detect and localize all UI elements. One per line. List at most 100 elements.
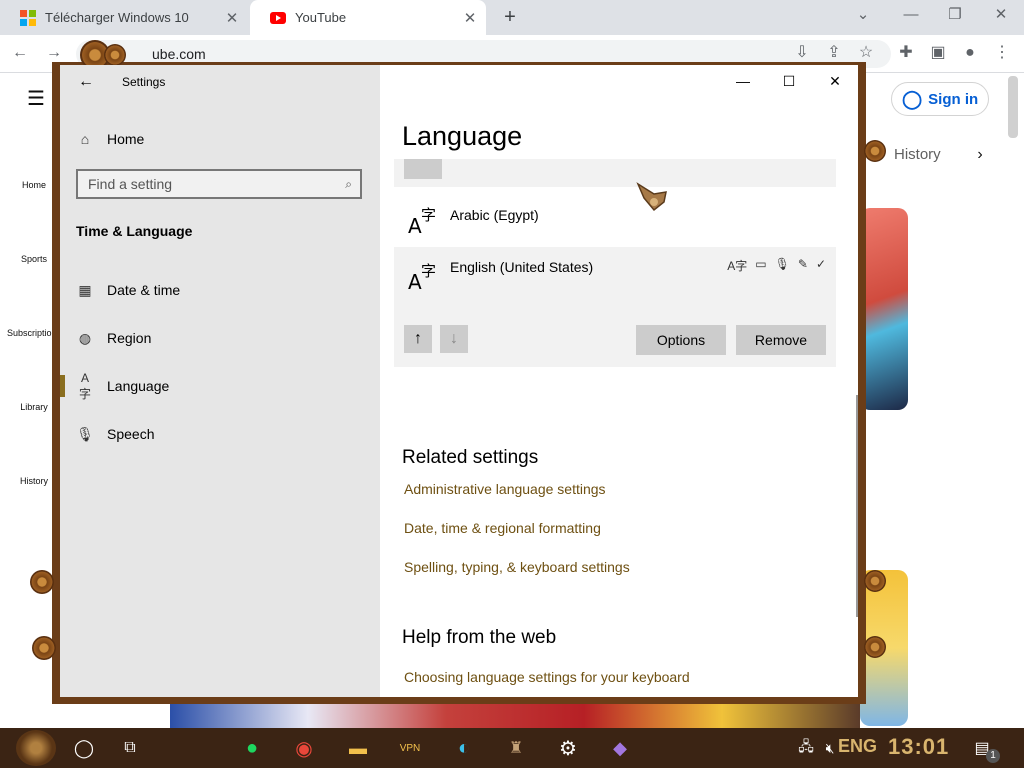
profile-avatar-icon[interactable]: ●	[958, 41, 982, 65]
home-icon: ⌂	[80, 131, 90, 147]
youtube-hamburger-icon[interactable]: ☰	[24, 87, 48, 111]
gear-ornament-icon	[30, 570, 54, 594]
browser-menu-icon[interactable]: ⋮	[990, 41, 1014, 65]
nav-item-label: Language	[107, 378, 170, 394]
yt-sign-in-button[interactable]: ◯ Sign in	[891, 82, 989, 116]
language-name: Arabic (Egypt)	[450, 207, 539, 223]
input-language-indicator[interactable]: ENG	[838, 736, 877, 757]
choosing-language-keyboard-link[interactable]: Choosing language settings for your keyb…	[404, 669, 690, 685]
language-pack-icon: A 字	[408, 262, 436, 293]
url-text: ube.com	[152, 46, 206, 62]
steampunk-cursor-icon	[636, 182, 667, 212]
window-title: Settings	[122, 75, 166, 89]
back-arrow-icon[interactable]: ←	[8, 41, 32, 65]
settings-gear-icon[interactable]: ⚙	[552, 732, 584, 764]
page-title: Language	[402, 121, 523, 151]
globe-icon: ◍	[78, 329, 92, 346]
help-web-heading: Help from the web	[402, 627, 557, 648]
language-pack-icon: A 字	[408, 206, 436, 237]
search-input[interactable]: Find a setting ⌕	[76, 169, 362, 199]
speech-recognition-icon: 🎙︎	[774, 257, 790, 271]
text-to-speech-icon: ▭	[755, 257, 767, 271]
task-view-icon[interactable]: ⧉	[114, 732, 146, 764]
language-row-arabic[interactable]: A 字 Arabic (Egypt)	[394, 193, 836, 245]
youtube-logo-icon	[270, 11, 286, 24]
nav-section-title: Time & Language	[76, 223, 193, 239]
settings-navigation-pane: ← Settings ⌂ Home Find a setting ⌕ Time …	[60, 65, 380, 697]
visual-studio-icon[interactable]: ◆	[604, 732, 636, 764]
browser-tabstrip: Télécharger Windows 10 ✕ YouTube ✕ + ⌄ —…	[0, 0, 1024, 35]
display-language-icon: A字	[727, 259, 748, 273]
tab-youtube[interactable]: YouTube ✕	[250, 0, 486, 35]
account-circle-icon: ◯	[902, 88, 923, 109]
extensions-puzzle-icon[interactable]: ✚	[894, 41, 918, 65]
preferred-languages-list: A 字 Arabic (Egypt) A 字 English (United S…	[394, 159, 836, 369]
nav-item-language[interactable]: A字 Language	[76, 371, 170, 401]
yt-scrollbar[interactable]	[1008, 76, 1018, 138]
language-icon: A字	[78, 370, 91, 401]
remove-button[interactable]: Remove	[736, 325, 826, 355]
nav-item-date-time[interactable]: ▦ Date & time	[76, 278, 180, 302]
video-thumbnail[interactable]	[860, 208, 908, 410]
tab-search-chevron-icon[interactable]: ⌄	[848, 4, 878, 28]
related-settings-heading: Related settings	[402, 447, 539, 468]
regional-formatting-link[interactable]: Date, time & regional formatting	[404, 520, 601, 536]
file-explorer-icon[interactable]: ▬	[342, 732, 374, 764]
nav-home[interactable]: ⌂ Home	[76, 127, 145, 151]
close-tab-icon[interactable]: ✕	[460, 9, 480, 27]
move-down-button[interactable]: ↓	[440, 325, 468, 353]
move-up-button[interactable]: ↑	[404, 325, 432, 353]
calendar-clock-icon: ▦	[78, 281, 92, 298]
window-frame-bottom	[52, 697, 866, 704]
language-features: A字 ▭ 🎙︎ ✎ ✓	[727, 257, 826, 274]
nav-item-region[interactable]: ◍ Region	[76, 326, 151, 350]
options-button[interactable]: Options	[636, 325, 726, 355]
spelling-typing-keyboard-link[interactable]: Spelling, typing, & keyboard settings	[404, 559, 630, 575]
settings-window: ← Settings ⌂ Home Find a setting ⌕ Time …	[60, 65, 858, 697]
svg-text:字: 字	[421, 206, 436, 224]
chrome-icon[interactable]: ◉	[288, 732, 320, 764]
sign-in-label: Sign in	[928, 90, 979, 108]
maximize-button[interactable]: ☐	[766, 65, 812, 97]
settings-scrollbar[interactable]	[856, 395, 858, 617]
svg-text:A: A	[408, 214, 422, 237]
chevron-right-icon[interactable]: ›	[968, 143, 992, 167]
window-frame-right	[858, 62, 866, 704]
cortana-icon[interactable]: ◯	[68, 732, 100, 764]
language-row-english[interactable]: A 字 English (United States) A字 ▭ 🎙︎ ✎ ✓ …	[394, 247, 836, 367]
admin-language-settings-link[interactable]: Administrative language settings	[404, 481, 606, 497]
restore-browser-button[interactable]: ❐	[940, 4, 970, 28]
move-up-button[interactable]	[404, 159, 442, 179]
nav-item-speech[interactable]: 🎙︎ Speech	[76, 422, 154, 446]
close-tab-icon[interactable]: ✕	[222, 9, 242, 27]
app-icon[interactable]: ♜	[500, 732, 532, 764]
spellcheck-icon: ✓	[815, 257, 826, 271]
svg-text:A: A	[408, 270, 422, 293]
gear-ornament-icon	[104, 44, 126, 66]
close-browser-button[interactable]: ✕	[986, 4, 1016, 28]
spotify-icon[interactable]: ●	[236, 732, 268, 764]
selected-indicator	[60, 375, 65, 397]
tab-title: Télécharger Windows 10	[45, 10, 189, 25]
tab-telecharger-windows[interactable]: Télécharger Windows 10 ✕	[0, 0, 248, 35]
minimize-browser-button[interactable]: —	[896, 4, 926, 28]
start-button[interactable]	[16, 730, 56, 766]
minimize-button[interactable]: —	[720, 65, 766, 97]
yt-history-chip[interactable]: History	[894, 146, 941, 163]
notification-count-badge: 1	[986, 749, 1000, 763]
gear-ornament-icon	[864, 140, 886, 162]
side-panel-icon[interactable]: ▣	[926, 41, 950, 65]
edge-icon[interactable]: ◐	[448, 732, 480, 764]
video-thumbnail-strip[interactable]	[170, 700, 860, 728]
back-arrow-icon[interactable]: ←	[78, 73, 94, 91]
vpn-pro-icon[interactable]: VPN	[394, 732, 426, 764]
tab-title: YouTube	[295, 10, 347, 25]
windows-logo-icon	[20, 9, 36, 26]
language-row-partial[interactable]	[394, 159, 836, 187]
nav-item-label: Region	[107, 330, 152, 346]
nav-item-label: Date & time	[107, 282, 181, 298]
taskbar-clock[interactable]: 13:01	[888, 734, 949, 760]
new-tab-button[interactable]: +	[498, 6, 522, 30]
microphone-icon: 🎙︎	[76, 425, 94, 442]
close-button[interactable]: ✕	[812, 65, 858, 97]
